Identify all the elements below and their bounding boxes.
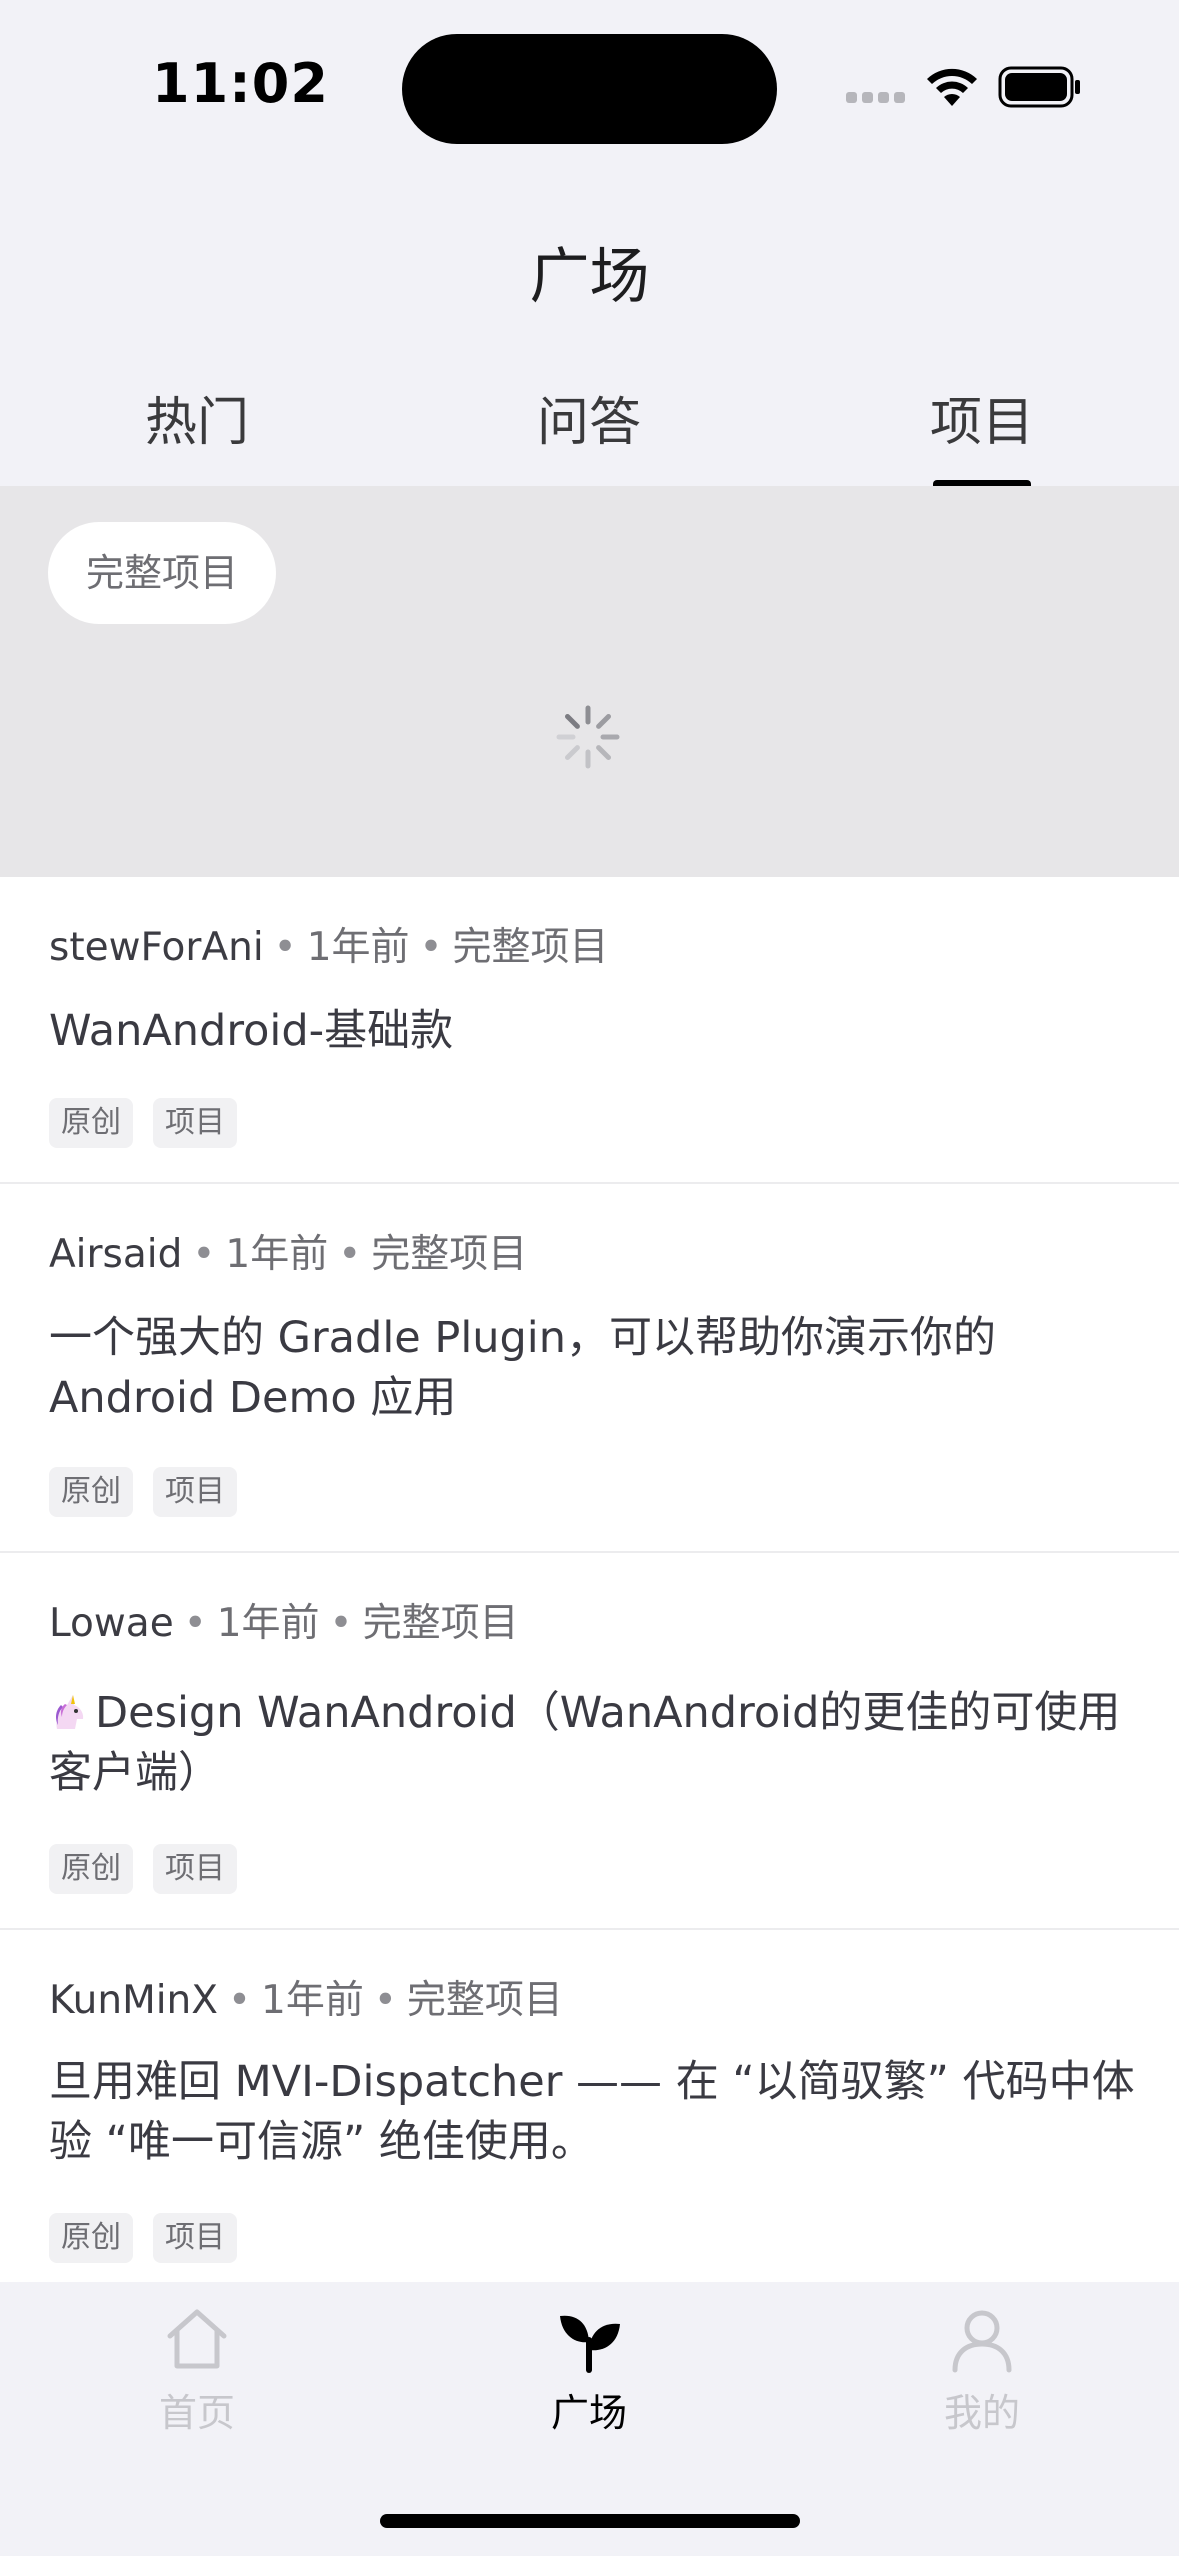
tabbar-home-label: 首页 <box>158 2391 235 2435</box>
tabbar-square-label: 广场 <box>550 2391 627 2435</box>
home-indicator[interactable] <box>380 2514 800 2528</box>
post-time: 1年前 <box>225 1232 329 1277</box>
square-header: 广场 热门 问答 项目 <box>0 170 1179 488</box>
tag-list: 原创 项目 <box>49 1098 257 1148</box>
category-chip[interactable]: 完整项目 <box>48 522 276 624</box>
tag-list: 原创 项目 <box>49 1467 257 1517</box>
status-time: 11:02 <box>152 52 329 115</box>
tabbar-home[interactable]: 首页 <box>97 2304 297 2437</box>
tag-original: 原创 <box>49 1098 133 1148</box>
status-bar: 11:02 <box>0 0 1179 170</box>
tag-project: 项目 <box>153 2213 237 2263</box>
article-title-text: Design WanAndroid（WanAndroid的更佳的可使用客户端） <box>49 1688 1121 1798</box>
author-name[interactable]: Lowae <box>49 1601 174 1646</box>
tag-list: 原创 项目 <box>49 2213 257 2263</box>
tag-project: 项目 <box>153 1844 237 1894</box>
article-category: 完整项目 <box>406 1978 563 2023</box>
list-item[interactable]: stewForAni • 1年前 • 完整项目 WanAndroid-基础款 原创 项目 <box>0 877 1179 1184</box>
author-name[interactable]: Airsaid <box>49 1232 182 1277</box>
tabbar-mine[interactable]: 我的 <box>882 2304 1082 2437</box>
sprout-icon <box>560 2315 620 2373</box>
post-time: 1年前 <box>306 925 410 970</box>
article-title: WanAndroid-基础款 <box>49 1006 454 1056</box>
list-item[interactable]: Lowae • 1年前 • 完整项目 Design WanAndroid（WanAndr… <box>0 1553 1179 1930</box>
dynamic-island <box>402 34 777 144</box>
tabbar-mine-label: 我的 <box>943 2391 1020 2435</box>
page-title: 广场 <box>529 242 650 312</box>
article-category: 完整项目 <box>362 1601 519 1646</box>
article-title: 一个强大的 Gradle Plugin，可以帮助你演示你的 Android De… <box>49 1313 997 1423</box>
list-item[interactable]: KunMinX • 1年前 • 完整项目 旦用难回 MVI-Dispatcher —— … <box>0 1930 1179 2310</box>
tag-project: 项目 <box>153 1098 237 1148</box>
post-time: 1年前 <box>261 1978 364 2023</box>
author-name[interactable]: KunMinX <box>49 1978 218 2023</box>
project-category-filter: 完整项目 <box>0 486 1179 877</box>
author-name[interactable]: stewForAni <box>49 925 264 970</box>
article-meta: stewForAni • 1年前 • 完整项目 <box>49 925 609 970</box>
tag-original: 原创 <box>49 2213 133 2263</box>
article-meta: KunMinX • 1年前 • 完整项目 <box>49 1978 563 2023</box>
tab-projects[interactable]: 项目 <box>882 380 1082 455</box>
person-icon <box>952 2310 1012 2373</box>
article-title: Design WanAndroid（WanAndroid的更佳的可使用客户端） <box>49 1683 1139 1803</box>
article-meta: Airsaid • 1年前 • 完整项目 <box>49 1232 528 1277</box>
battery-icon <box>998 66 1080 108</box>
loading-spinner-icon <box>556 705 620 769</box>
tag-project: 项目 <box>153 1467 237 1517</box>
tab-hot[interactable]: 热门 <box>97 380 297 455</box>
list-item[interactable]: Airsaid • 1年前 • 完整项目 一个强大的 Gradle Plugin，可以帮… <box>0 1184 1179 1553</box>
tab-qa[interactable]: 问答 <box>489 380 689 455</box>
tag-list: 原创 项目 <box>49 1844 257 1894</box>
tag-original: 原创 <box>49 1467 133 1517</box>
post-time: 1年前 <box>216 1601 320 1646</box>
home-icon <box>167 2309 227 2369</box>
tag-original: 原创 <box>49 1844 133 1894</box>
article-title: 旦用难回 MVI-Dispatcher —— 在 “以简驭繁” 代码中体验 “唯… <box>49 2057 1135 2167</box>
unicorn-icon <box>56 1695 84 1729</box>
article-category: 完整项目 <box>371 1232 528 1277</box>
article-list: stewForAni • 1年前 • 完整项目 WanAndroid-基础款 原创 项目 … <box>0 877 1179 2310</box>
article-category: 完整项目 <box>452 925 609 970</box>
cellular-signal-icon <box>846 92 906 106</box>
tabbar-square[interactable]: 广场 <box>489 2304 689 2437</box>
article-meta: Lowae • 1年前 • 完整项目 <box>49 1601 519 1646</box>
wifi-icon <box>927 68 977 106</box>
